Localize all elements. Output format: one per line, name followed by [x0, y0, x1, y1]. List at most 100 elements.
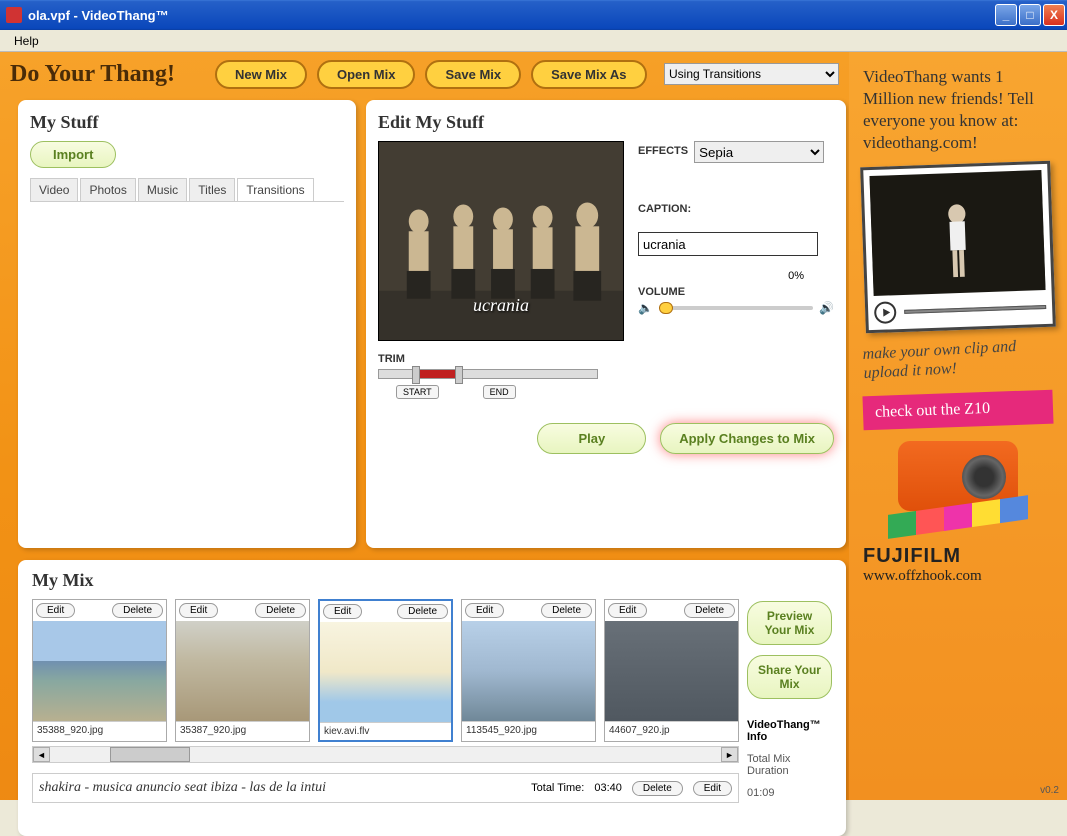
- trim-start-chip: START: [396, 385, 439, 399]
- volume-thumb[interactable]: [659, 302, 673, 314]
- close-button[interactable]: X: [1043, 4, 1065, 26]
- z10-banner[interactable]: check out the Z10: [862, 389, 1053, 430]
- audio-delete-button[interactable]: Delete: [632, 781, 683, 796]
- offzhook-url[interactable]: www.offzhook.com: [863, 568, 1053, 585]
- promo-slider[interactable]: [904, 305, 1046, 314]
- my-stuff-title: My Stuff: [30, 112, 344, 133]
- trim-bar[interactable]: [378, 369, 598, 379]
- preview-mix-button[interactable]: Preview Your Mix: [747, 601, 832, 645]
- clip-thumbnail: [320, 622, 451, 722]
- caption-input[interactable]: [638, 232, 818, 256]
- speaker-mute-icon: 🔈: [638, 301, 653, 315]
- clip-filename: kiev.avi.flv: [320, 722, 451, 740]
- app-logo-text: Do Your Thang!: [10, 61, 175, 88]
- duration-label: Total Mix Duration: [747, 753, 832, 777]
- promo-video-frame: [860, 161, 1056, 334]
- scroll-thumb[interactable]: [110, 747, 190, 762]
- my-mix-title: My Mix: [32, 570, 832, 591]
- clips-strip: Edit Delete 35388_920.jpg Edit Delete 35387_9…: [32, 599, 739, 742]
- trim-start-handle[interactable]: [412, 366, 420, 384]
- clip-item[interactable]: Edit Delete 44607_920.jp: [604, 599, 739, 742]
- video-preview: ucrania: [378, 141, 624, 341]
- effects-label: EFFECTS: [638, 145, 688, 157]
- tab-music[interactable]: Music: [138, 178, 187, 201]
- clip-delete-button[interactable]: Delete: [112, 603, 163, 618]
- total-time-value: 03:40: [594, 782, 622, 794]
- play-icon: [883, 309, 890, 317]
- share-mix-button[interactable]: Share Your Mix: [747, 655, 832, 699]
- clip-item[interactable]: Edit Delete 35388_920.jpg: [32, 599, 167, 742]
- fujifilm-logo: FUJIFILM: [863, 545, 1053, 568]
- preview-caption-overlay: ucrania: [473, 295, 529, 316]
- clip-filename: 113545_920.jpg: [462, 721, 595, 739]
- clip-delete-button[interactable]: Delete: [255, 603, 306, 618]
- menu-help[interactable]: Help: [6, 32, 47, 50]
- my-stuff-panel: My Stuff Import Video Photos Music Title…: [18, 100, 356, 548]
- clip-filename: 35387_920.jpg: [176, 721, 309, 739]
- audio-track-row: shakira - musica anuncio seat ibiza - la…: [32, 773, 739, 803]
- clip-delete-button[interactable]: Delete: [684, 603, 735, 618]
- tab-transitions[interactable]: Transitions: [237, 178, 313, 201]
- app-icon: [6, 7, 22, 23]
- edit-panel: Edit My Stuff: [366, 100, 846, 548]
- duration-value: 01:09: [747, 787, 832, 799]
- clip-edit-button[interactable]: Edit: [465, 603, 504, 618]
- play-button[interactable]: Play: [537, 423, 646, 454]
- clip-edit-button[interactable]: Edit: [179, 603, 218, 618]
- speaker-icon: 🔊: [819, 301, 834, 315]
- clips-scrollbar[interactable]: ◄ ►: [32, 746, 739, 763]
- window-title: ola.vpf - VideoThang™: [28, 8, 995, 23]
- save-mix-as-button[interactable]: Save Mix As: [531, 60, 646, 89]
- total-time-label: Total Time:: [531, 782, 584, 794]
- window-titlebar: ola.vpf - VideoThang™ _ □ X: [0, 0, 1067, 30]
- tab-titles[interactable]: Titles: [189, 178, 235, 201]
- tab-photos[interactable]: Photos: [80, 178, 135, 201]
- clip-delete-button[interactable]: Delete: [541, 603, 592, 618]
- clip-delete-button[interactable]: Delete: [397, 604, 448, 619]
- clip-thumbnail: [176, 621, 309, 721]
- promo-play-button[interactable]: [874, 302, 897, 325]
- audio-track-title: shakira - musica anuncio seat ibiza - la…: [39, 780, 521, 796]
- clip-edit-button[interactable]: Edit: [608, 603, 647, 618]
- clip-thumbnail: [605, 621, 738, 721]
- scroll-left-arrow[interactable]: ◄: [33, 747, 50, 762]
- clip-item[interactable]: Edit Delete 35387_920.jpg: [175, 599, 310, 742]
- maximize-button[interactable]: □: [1019, 4, 1041, 26]
- help-topic-dropdown[interactable]: Using Transitions: [664, 63, 839, 85]
- my-stuff-tabs: Video Photos Music Titles Transitions: [30, 178, 344, 202]
- import-button[interactable]: Import: [30, 141, 116, 168]
- volume-label: VOLUME: [638, 286, 834, 298]
- volume-percent: 0%: [788, 270, 804, 282]
- minimize-button[interactable]: _: [995, 4, 1017, 26]
- trim-end-handle[interactable]: [455, 366, 463, 384]
- clip-item[interactable]: Edit Delete kiev.avi.flv: [318, 599, 453, 742]
- effects-dropdown[interactable]: Sepia: [694, 141, 824, 163]
- audio-edit-button[interactable]: Edit: [693, 781, 732, 796]
- trim-end-chip: END: [483, 385, 516, 399]
- trim-label: TRIM: [378, 353, 834, 365]
- clip-edit-button[interactable]: Edit: [36, 603, 75, 618]
- promo-video: [869, 170, 1045, 296]
- clip-thumbnail: [462, 621, 595, 721]
- clip-edit-button[interactable]: Edit: [323, 604, 362, 619]
- menubar: Help: [0, 30, 1067, 52]
- caption-label: CAPTION:: [638, 203, 834, 215]
- edit-title: Edit My Stuff: [378, 112, 834, 133]
- save-mix-button[interactable]: Save Mix: [425, 60, 521, 89]
- promo-sidebar: VideoThang wants 1 Million new friends! …: [849, 52, 1067, 800]
- volume-slider[interactable]: [659, 306, 813, 310]
- new-mix-button[interactable]: New Mix: [215, 60, 307, 89]
- header-toolbar: Do Your Thang! New Mix Open Mix Save Mix…: [0, 52, 849, 96]
- clip-filename: 44607_920.jp: [605, 721, 738, 739]
- open-mix-button[interactable]: Open Mix: [317, 60, 416, 89]
- apply-changes-button[interactable]: Apply Changes to Mix: [660, 423, 834, 454]
- clip-item[interactable]: Edit Delete 113545_920.jpg: [461, 599, 596, 742]
- scroll-right-arrow[interactable]: ►: [721, 747, 738, 762]
- tab-video[interactable]: Video: [30, 178, 78, 201]
- my-mix-panel: My Mix Edit Delete 35388_920.jpg Edit Delete…: [18, 560, 846, 836]
- version-label: v0.2: [1040, 785, 1059, 796]
- mix-info-title: VideoThang™ Info: [747, 719, 832, 743]
- clip-filename: 35388_920.jpg: [33, 721, 166, 739]
- promo-text: VideoThang wants 1 Million new friends! …: [863, 66, 1053, 154]
- clip-thumbnail: [33, 621, 166, 721]
